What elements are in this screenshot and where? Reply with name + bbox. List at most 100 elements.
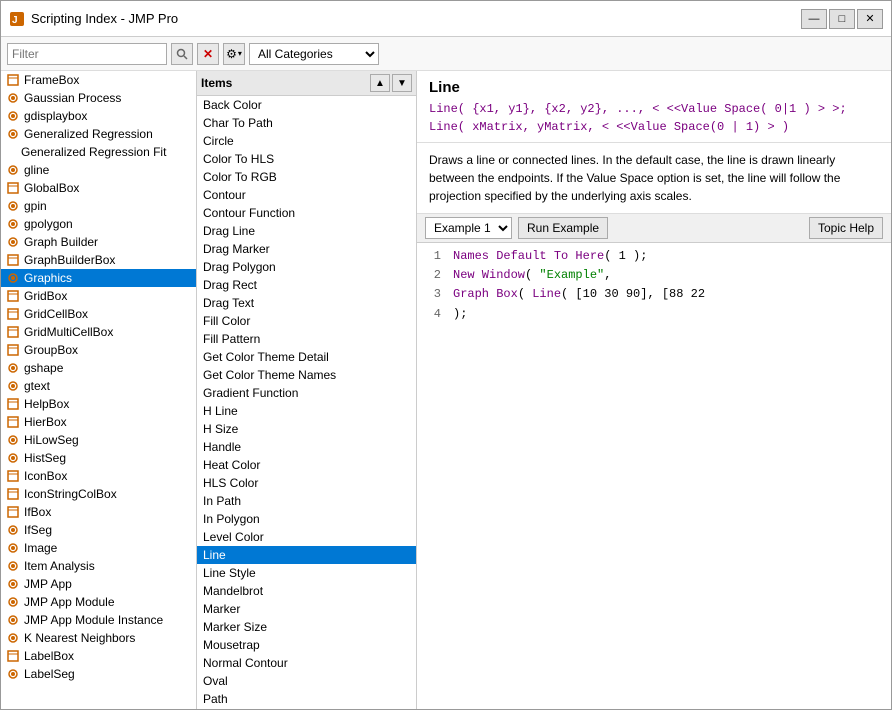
sidebar-item-knearestneighbors[interactable]: K Nearest Neighbors: [1, 629, 196, 647]
sidebar-item-framebox[interactable]: FrameBox: [1, 71, 196, 89]
sidebar-item-gshape[interactable]: gshape: [1, 359, 196, 377]
list-item[interactable]: Drag Polygon: [197, 258, 416, 276]
sidebar-item-groupbox[interactable]: GroupBox: [1, 341, 196, 359]
settings-button[interactable]: ⚙ ▾: [223, 43, 245, 65]
sidebar-item-gridcellbox[interactable]: GridCellBox: [1, 305, 196, 323]
sidebar-item-gline[interactable]: gline: [1, 161, 196, 179]
list-item[interactable]: In Polygon: [197, 510, 416, 528]
list-item[interactable]: Path: [197, 690, 416, 708]
sidebar-item-gtext[interactable]: gtext: [1, 377, 196, 395]
sidebar-item-ifseg[interactable]: IfSeg: [1, 521, 196, 539]
list-item[interactable]: Handle: [197, 438, 416, 456]
list-item[interactable]: Heat Color: [197, 456, 416, 474]
sidebar-item-jmpapp[interactable]: JMP App: [1, 575, 196, 593]
list-item[interactable]: H Size: [197, 420, 416, 438]
list-item[interactable]: Normal Contour: [197, 654, 416, 672]
list-item[interactable]: Drag Rect: [197, 276, 416, 294]
right-panel: Line Line( {x1, y1}, {x2, y2}, ..., < <<…: [417, 71, 891, 710]
detail-header: Line Line( {x1, y1}, {x2, y2}, ..., < <<…: [417, 71, 891, 143]
list-item[interactable]: Oval: [197, 672, 416, 690]
list-item[interactable]: Circle: [197, 132, 416, 150]
sidebar-item-itemanalysis[interactable]: Item Analysis: [1, 557, 196, 575]
list-item[interactable]: Get Color Theme Names: [197, 366, 416, 384]
window-controls: — □ ✕: [801, 9, 883, 29]
list-item[interactable]: In Path: [197, 492, 416, 510]
list-item[interactable]: HLS Color: [197, 474, 416, 492]
filter-input[interactable]: [7, 43, 167, 65]
category-select[interactable]: All Categories: [249, 43, 379, 65]
list-item[interactable]: Fill Pattern: [197, 330, 416, 348]
dot-icon: [5, 162, 21, 178]
sidebar-item-hilowseg[interactable]: HiLowSeg: [1, 431, 196, 449]
list-item[interactable]: Drag Marker: [197, 240, 416, 258]
list-item[interactable]: Fill Color: [197, 312, 416, 330]
maximize-button[interactable]: □: [829, 9, 855, 29]
sidebar-item-jmpappmoduleinstance[interactable]: JMP App Module Instance: [1, 611, 196, 629]
sidebar-item-gdisplaybox[interactable]: gdisplaybox: [1, 107, 196, 125]
close-button[interactable]: ✕: [857, 9, 883, 29]
sidebar-item-helpbox[interactable]: HelpBox: [1, 395, 196, 413]
sidebar-item-gpin[interactable]: gpin: [1, 197, 196, 215]
sidebar-item-label: gshape: [24, 361, 63, 375]
list-item[interactable]: Contour Function: [197, 204, 416, 222]
list-item[interactable]: Char To Path: [197, 114, 416, 132]
list-item[interactable]: Get Color Theme Detail: [197, 348, 416, 366]
sidebar-item-generalizedregression[interactable]: Generalized Regression: [1, 125, 196, 143]
list-item[interactable]: Marker: [197, 600, 416, 618]
sidebar-item-histseg[interactable]: HistSeg: [1, 449, 196, 467]
sidebar-item-iconbox[interactable]: IconBox: [1, 467, 196, 485]
topic-help-button[interactable]: Topic Help: [809, 217, 883, 239]
sidebar-item-hierbox[interactable]: HierBox: [1, 413, 196, 431]
sidebar-item-labelbox[interactable]: LabelBox: [1, 647, 196, 665]
code-normal: (: [525, 268, 539, 282]
example-select[interactable]: Example 1: [425, 217, 512, 239]
sidebar-item-globalbox[interactable]: GlobalBox: [1, 179, 196, 197]
list-item[interactable]: Mandelbrot: [197, 582, 416, 600]
list-item[interactable]: Level Color: [197, 528, 416, 546]
sidebar-item-label: GridMultiCellBox: [24, 325, 113, 339]
list-item[interactable]: Line Style: [197, 564, 416, 582]
list-item[interactable]: Color To HLS: [197, 150, 416, 168]
run-example-button[interactable]: Run Example: [518, 217, 608, 239]
left-panel: FrameBoxGaussian Process gdisplaybox Gener…: [1, 71, 197, 710]
sidebar-item-ifbox[interactable]: IfBox: [1, 503, 196, 521]
list-item[interactable]: Mousetrap: [197, 636, 416, 654]
sidebar-item-gaussianprocess[interactable]: Gaussian Process: [1, 89, 196, 107]
list-item[interactable]: Drag Text: [197, 294, 416, 312]
code-keyword: Line: [532, 287, 561, 301]
list-item[interactable]: Gradient Function: [197, 384, 416, 402]
code-normal: (: [518, 287, 532, 301]
detail-title: Line: [429, 79, 879, 96]
sidebar-item-gridbox[interactable]: GridBox: [1, 287, 196, 305]
sidebar-item-jmpappmodule[interactable]: JMP App Module: [1, 593, 196, 611]
list-item[interactable]: Line: [197, 546, 416, 564]
code-keyword: Names Default To Here: [453, 249, 604, 263]
sidebar-item-label: GlobalBox: [24, 181, 79, 195]
minimize-button[interactable]: —: [801, 9, 827, 29]
sidebar-item-label: gdisplaybox: [24, 109, 87, 123]
sidebar-item-iconstringcolbox[interactable]: IconStringColBox: [1, 485, 196, 503]
nav-down-button[interactable]: ▼: [392, 74, 412, 92]
gear-icon: ⚙: [226, 47, 237, 61]
sidebar-item-graphbuilderbox[interactable]: GraphBuilderBox: [1, 251, 196, 269]
list-item[interactable]: Marker Size: [197, 618, 416, 636]
list-item[interactable]: Color To RGB: [197, 168, 416, 186]
sidebar-item-labelseg[interactable]: LabelSeg: [1, 665, 196, 683]
list-item[interactable]: H Line: [197, 402, 416, 420]
code-keyword: New Window: [453, 268, 525, 282]
sidebar-item-gpolygon[interactable]: gpolygon: [1, 215, 196, 233]
sidebar-item-gridmulticellbox[interactable]: GridMultiCellBox: [1, 323, 196, 341]
nav-up-button[interactable]: ▲: [370, 74, 390, 92]
search-button[interactable]: [171, 43, 193, 65]
sidebar-item-generalizedregressionfit[interactable]: Generalized Regression Fit: [1, 143, 196, 161]
clear-filter-button[interactable]: ✕: [197, 43, 219, 65]
list-item[interactable]: Back Color: [197, 96, 416, 114]
sidebar-item-image[interactable]: Image: [1, 539, 196, 557]
dot-icon: [5, 594, 21, 610]
list-item[interactable]: Contour: [197, 186, 416, 204]
code-normal: );: [453, 307, 467, 321]
example-area: Example 1 Run Example Topic Help 1Names …: [417, 214, 891, 710]
sidebar-item-graphics[interactable]: Graphics: [1, 269, 196, 287]
list-item[interactable]: Drag Line: [197, 222, 416, 240]
sidebar-item-graphbuilder[interactable]: Graph Builder: [1, 233, 196, 251]
